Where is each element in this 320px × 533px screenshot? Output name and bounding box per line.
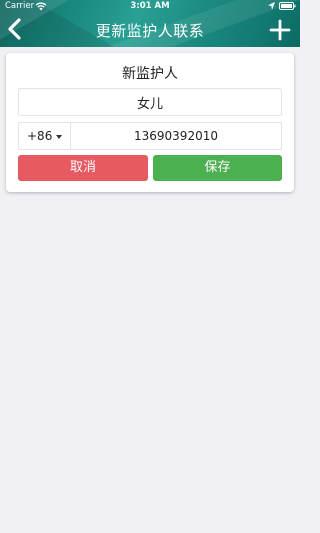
page-title: 更新监护人联系: [95, 22, 205, 40]
country-code-value: +86: [27, 129, 53, 143]
guardian-form-card: 新监护人 +86 取消 保存: [6, 53, 294, 192]
form-title: 新监护人: [122, 66, 178, 82]
save-button[interactable]: 保存: [153, 155, 282, 181]
status-bar: Carrier 3:01 AM: [0, 0, 300, 13]
dropdown-caret-icon: [56, 135, 62, 139]
phone-field[interactable]: [70, 122, 282, 150]
plus-icon[interactable]: [266, 16, 294, 44]
battery-icon: [279, 2, 296, 10]
location-arrow-icon: [268, 2, 275, 10]
relation-field[interactable]: [18, 88, 282, 116]
country-code-select[interactable]: +86: [18, 122, 71, 150]
status-time: 3:01 AM: [130, 1, 170, 11]
cancel-button[interactable]: 取消: [18, 155, 148, 181]
navigation-header: Carrier 3:01 AM 更新监护人联系: [0, 0, 300, 47]
